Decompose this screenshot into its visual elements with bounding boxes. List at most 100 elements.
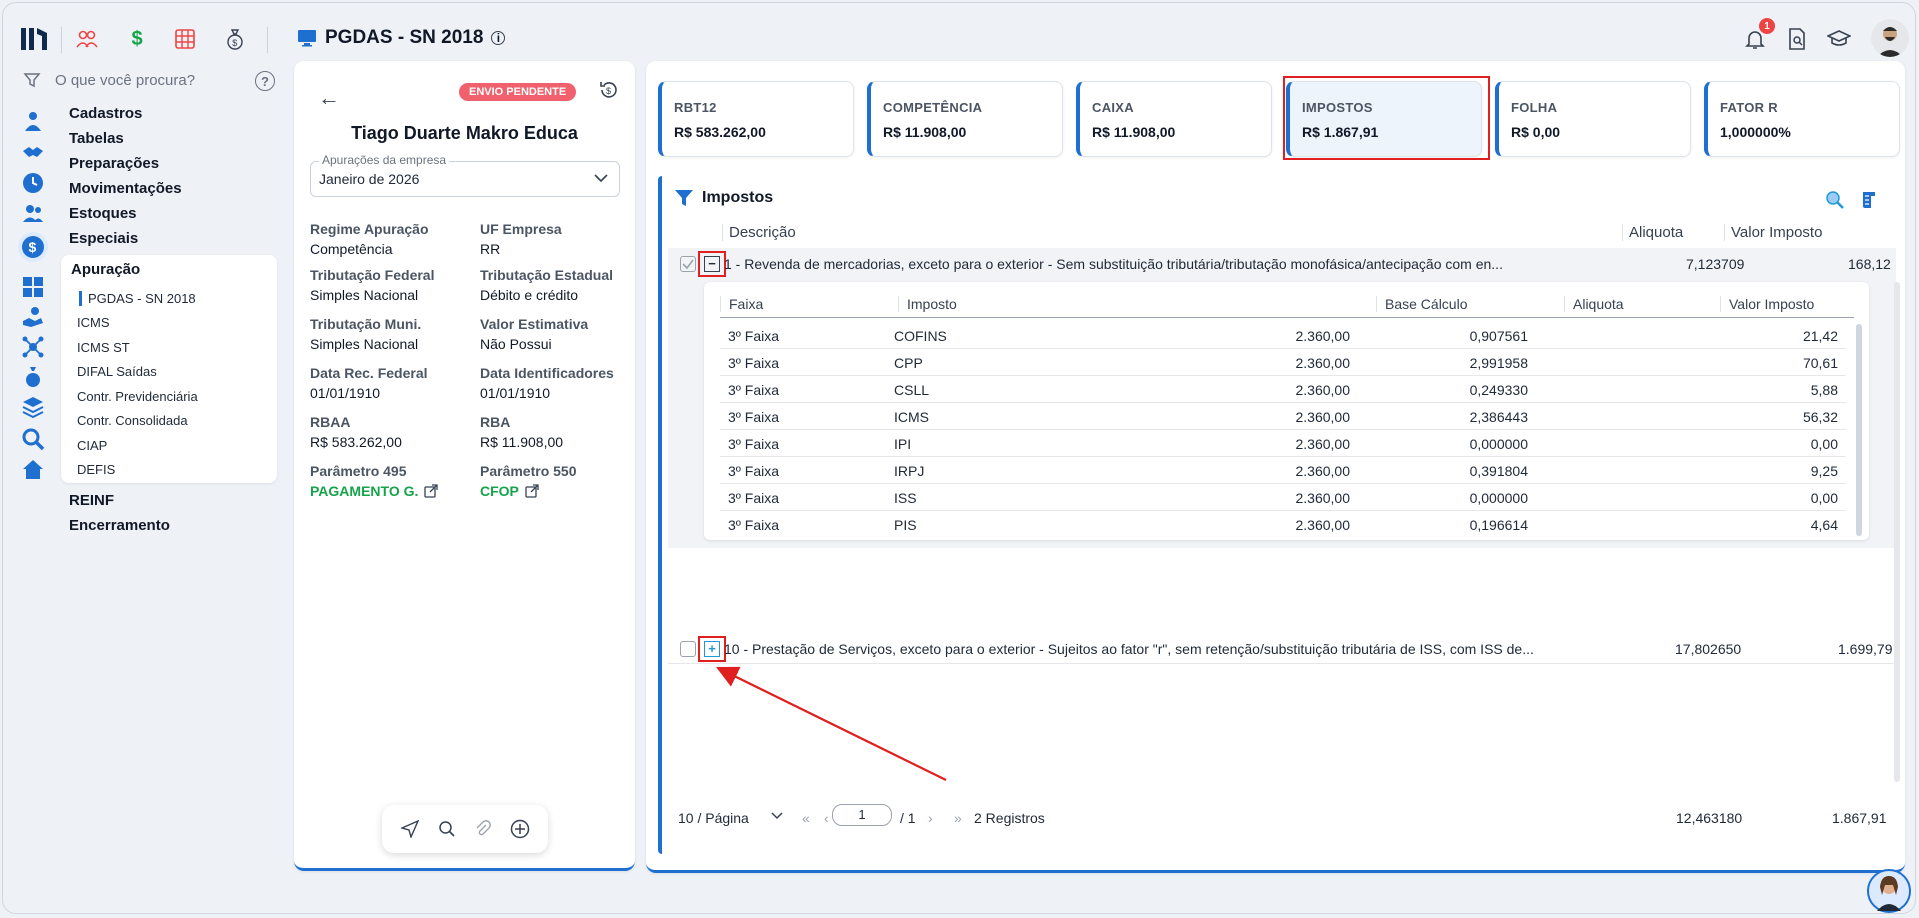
menu-search-input[interactable]: O que você procura? bbox=[55, 72, 195, 89]
apuracao-select[interactable]: Apurações da empresa Janeiro de 2026 bbox=[310, 153, 620, 197]
layers-icon[interactable] bbox=[21, 395, 45, 419]
people-icon[interactable] bbox=[75, 27, 99, 51]
card-caixa[interactable]: CAIXA R$ 11.908,00 bbox=[1076, 81, 1272, 157]
first-page-icon[interactable]: « bbox=[802, 810, 810, 826]
parametro-495-link[interactable]: PAGAMENTO G. bbox=[310, 483, 470, 499]
submenu-item-ciap[interactable]: CIAP bbox=[77, 438, 107, 453]
help-icon[interactable]: ? bbox=[255, 71, 275, 91]
svg-text:$: $ bbox=[606, 86, 611, 96]
card-competencia[interactable]: COMPETÊNCIA R$ 11.908,00 bbox=[867, 81, 1063, 157]
menu-apuracao[interactable]: Apuração bbox=[71, 261, 140, 278]
filter-icon[interactable] bbox=[674, 188, 694, 208]
hand-coin-icon[interactable] bbox=[21, 305, 45, 329]
menu-reinf[interactable]: REINF bbox=[69, 492, 114, 509]
paperclip-icon[interactable] bbox=[473, 819, 493, 839]
column-descricao[interactable]: Descrição bbox=[722, 224, 796, 241]
detail-row: 3º Faixa ISS 2.360,00 0,000000 0,00 bbox=[720, 484, 1846, 511]
submenu-item-icms-st[interactable]: ICMS ST bbox=[77, 340, 130, 355]
last-page-icon[interactable]: » bbox=[954, 810, 962, 826]
menu-preparacoes[interactable]: Preparações bbox=[69, 155, 159, 172]
user-card-icon[interactable] bbox=[21, 109, 45, 133]
detail-header: Faixa Imposto Base Cálculo Aliquota Valo… bbox=[720, 290, 1854, 318]
column-valor-imposto[interactable]: Valor Imposto bbox=[1724, 224, 1822, 241]
submenu-item-pgdas[interactable]: PGDAS - SN 2018 bbox=[79, 291, 196, 306]
menu-estoques[interactable]: Estoques bbox=[69, 205, 137, 222]
menu-tabelas[interactable]: Tabelas bbox=[69, 130, 124, 147]
impostos-table: Impostos Descrição Aliquota Valor Impost… bbox=[658, 176, 1900, 854]
detail-scrollbar[interactable] bbox=[1856, 324, 1862, 536]
submenu-item-contr-consolidada[interactable]: Contr. Consolidada bbox=[77, 413, 188, 428]
chevron-down-icon[interactable] bbox=[593, 170, 609, 186]
table-scrollbar[interactable] bbox=[1894, 282, 1900, 782]
handshake-icon[interactable] bbox=[21, 141, 45, 165]
network-icon[interactable] bbox=[21, 335, 45, 359]
submenu-item-defis[interactable]: DEFIS bbox=[77, 462, 115, 477]
info-icon[interactable]: i bbox=[491, 31, 506, 45]
sum-valor: 1.867,91 bbox=[1832, 810, 1887, 826]
user-avatar[interactable] bbox=[1871, 19, 1909, 57]
chevron-down-icon[interactable] bbox=[770, 808, 784, 825]
card-fator-r[interactable]: FATOR R 1,000000% bbox=[1704, 81, 1900, 157]
table-row[interactable]: + 10 - Prestação de Serviços, exceto par… bbox=[668, 634, 1896, 664]
scroll-document-icon[interactable] bbox=[1859, 190, 1879, 210]
search-icon[interactable] bbox=[1825, 190, 1845, 210]
column-aliquota[interactable]: Aliquota bbox=[1622, 224, 1683, 241]
page-size-select[interactable]: 10 / Página bbox=[678, 810, 749, 826]
add-circle-icon[interactable] bbox=[510, 819, 530, 839]
table-title: Impostos bbox=[674, 188, 773, 208]
parametro-550-link[interactable]: CFOP bbox=[480, 483, 640, 499]
menu-cadastros[interactable]: Cadastros bbox=[69, 105, 142, 122]
page-input[interactable]: 1 bbox=[832, 804, 892, 826]
detail-column-valor[interactable]: Valor Imposto bbox=[1720, 296, 1814, 312]
back-arrow-icon[interactable]: ← bbox=[318, 85, 340, 111]
history-icon[interactable]: $ bbox=[598, 79, 620, 101]
clock-icon[interactable] bbox=[21, 171, 45, 195]
table-row[interactable]: − 1 - Revenda de mercadorias, exceto par… bbox=[668, 248, 1896, 548]
row-checkbox[interactable] bbox=[680, 641, 696, 657]
records-count: 2 Registros bbox=[974, 810, 1045, 826]
document-search-icon[interactable] bbox=[1785, 27, 1809, 51]
money-bag-icon[interactable] bbox=[21, 365, 45, 389]
submenu-item-icms[interactable]: ICMS bbox=[77, 315, 110, 330]
users-icon[interactable] bbox=[21, 201, 45, 225]
support-avatar[interactable] bbox=[1867, 869, 1911, 913]
menu-especiais[interactable]: Especiais bbox=[69, 230, 138, 247]
send-icon[interactable] bbox=[400, 819, 420, 839]
search-icon[interactable] bbox=[437, 819, 457, 839]
external-link-icon[interactable] bbox=[424, 484, 439, 498]
dollar-circle-icon[interactable]: $ bbox=[17, 231, 49, 263]
detail-column-faixa[interactable]: Faixa bbox=[720, 296, 763, 312]
field-rbaa: RBAA R$ 583.262,00 bbox=[310, 414, 402, 450]
notification-badge: 1 bbox=[1759, 18, 1775, 34]
row-checkbox[interactable] bbox=[680, 256, 696, 272]
menu-search[interactable]: O que você procura? bbox=[23, 71, 278, 89]
graduation-cap-icon[interactable] bbox=[1827, 27, 1851, 51]
next-page-icon[interactable]: › bbox=[928, 810, 933, 826]
home-icon[interactable] bbox=[21, 457, 45, 481]
calculator-icon[interactable] bbox=[21, 275, 45, 299]
menu-movimentacoes[interactable]: Movimentações bbox=[69, 180, 182, 197]
table-header: Descrição Aliquota Valor Imposto bbox=[672, 222, 1892, 246]
money-bag-icon[interactable]: $ bbox=[223, 27, 247, 51]
field-rba: RBA R$ 11.908,00 bbox=[480, 414, 564, 450]
app-window: $ $ PGDAS - SN 2018 i 1 O que você procu… bbox=[2, 2, 1916, 914]
detail-column-imposto[interactable]: Imposto bbox=[898, 296, 957, 312]
apuracao-select-value[interactable]: Janeiro de 2026 bbox=[319, 171, 419, 187]
detail-column-aliquota[interactable]: Aliquota bbox=[1564, 296, 1624, 312]
detail-column-base[interactable]: Base Cálculo bbox=[1376, 296, 1556, 312]
card-rbt12[interactable]: RBT12 R$ 583.262,00 bbox=[658, 81, 854, 157]
dollar-icon[interactable]: $ bbox=[125, 27, 149, 51]
card-folha[interactable]: FOLHA R$ 0,00 bbox=[1495, 81, 1691, 157]
detail-row: 3º Faixa IRPJ 2.360,00 0,391804 9,25 bbox=[720, 457, 1846, 484]
submenu-item-difal[interactable]: DIFAL Saídas bbox=[77, 364, 157, 379]
menu-encerramento[interactable]: Encerramento bbox=[69, 517, 170, 534]
submenu-item-contr-previdenciaria[interactable]: Contr. Previdenciária bbox=[77, 389, 198, 404]
prev-page-icon[interactable]: ‹ bbox=[824, 810, 829, 826]
magnifier-icon[interactable] bbox=[21, 427, 45, 451]
app-logo[interactable] bbox=[19, 25, 49, 53]
divider bbox=[61, 27, 62, 53]
total-pages: / 1 bbox=[900, 810, 916, 826]
spreadsheet-icon[interactable] bbox=[173, 27, 197, 51]
external-link-icon[interactable] bbox=[525, 484, 539, 498]
detail-row: 3º Faixa PIS 2.360,00 0,196614 4,64 bbox=[728, 517, 1838, 533]
